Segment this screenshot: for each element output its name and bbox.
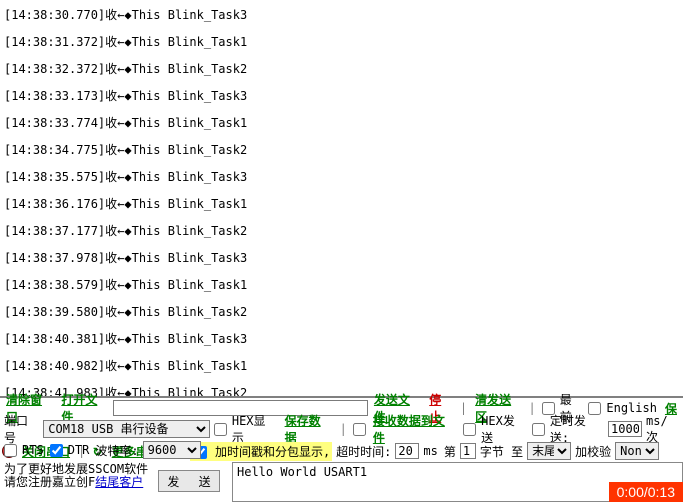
interval-unit-label: ms/次 [644,414,681,445]
rts-checkbox[interactable] [4,444,17,457]
log-line: [14:38:39.580]收←◆This Blink_Task2 [4,299,679,326]
log-line: [14:38:33.774]收←◆This Blink_Task1 [4,110,679,137]
dtr-checkbox[interactable] [50,444,63,457]
timeout-unit: ms [421,444,439,458]
timeout-label: 超时时间: [334,443,393,460]
send-button[interactable]: 发 送 [158,470,220,492]
rts-label: RTS [20,443,46,457]
interval-input[interactable] [608,421,642,437]
baud-select[interactable]: 9600 [143,441,201,459]
rx-to-file-checkbox[interactable] [353,423,366,436]
port-select[interactable]: COM18 USB 串行设备 [43,420,210,438]
hex-send-checkbox[interactable] [463,423,476,436]
baud-label: 波特率: [93,442,140,459]
log-line: [14:38:35.575]收←◆This Blink_Task3 [4,164,679,191]
log-line: [14:38:34.775]收←◆This Blink_Task2 [4,137,679,164]
tail-select[interactable]: 末尾 [527,442,571,460]
checksum-label: 加校验 [573,443,613,460]
send-area: 为了更好地发展SSCOM软件 请您注册嘉立创F结尾客户 Hello World … [0,462,683,502]
log-line: [14:38:38.579]收←◆This Blink_Task1 [4,272,679,299]
log-line: [14:38:37.177]收←◆This Blink_Task2 [4,218,679,245]
dtr-label: DTR [66,443,92,457]
log-line: [14:38:33.173]收←◆This Blink_Task3 [4,83,679,110]
log-line: [14:38:36.176]收←◆This Blink_Task1 [4,191,679,218]
timed-send-checkbox[interactable] [532,423,545,436]
log-area: [14:38:30.770]收←◆This Blink_Task3[14:38:… [0,0,683,396]
nth-input[interactable] [460,443,476,459]
tip-link[interactable]: 结尾客户 [95,475,143,489]
timeout-input[interactable] [395,443,419,459]
byte-to-label: 字节 至 [478,443,525,460]
toolbar-2: 端口号 COM18 USB 串行设备 HEX显示 保存数据 | 接收数据到文件 … [0,418,683,440]
send-button-wrap: 发 送 [158,470,226,492]
log-line: [14:38:32.372]收←◆This Blink_Task2 [4,56,679,83]
hex-send-label: HEX发送 [479,412,528,446]
log-line: [14:38:31.372]收←◆This Blink_Task1 [4,29,679,56]
log-line: [14:38:30.770]收←◆This Blink_Task3 [4,2,679,29]
toolbar-3b: RTS DTR 波特率: 9600 [0,440,203,460]
timed-send-label: 定时发送: [548,412,606,446]
checksum-select[interactable]: None [615,442,659,460]
nth-label: 第 [442,443,458,460]
log-line: [14:38:40.982]收←◆This Blink_Task1 [4,353,679,380]
log-line: [14:38:40.381]收←◆This Blink_Task3 [4,326,679,353]
hex-display-checkbox[interactable] [214,423,227,436]
timer-display: 0:00/0:13 [609,482,683,502]
log-line: [14:38:37.978]收←◆This Blink_Task3 [4,245,679,272]
send-input-text: Hello World USART1 [237,465,367,479]
rx-to-file-label[interactable]: 接收数据到文件 [369,412,459,446]
timestamp-option: 加时间戳和分包显示, [190,442,332,461]
